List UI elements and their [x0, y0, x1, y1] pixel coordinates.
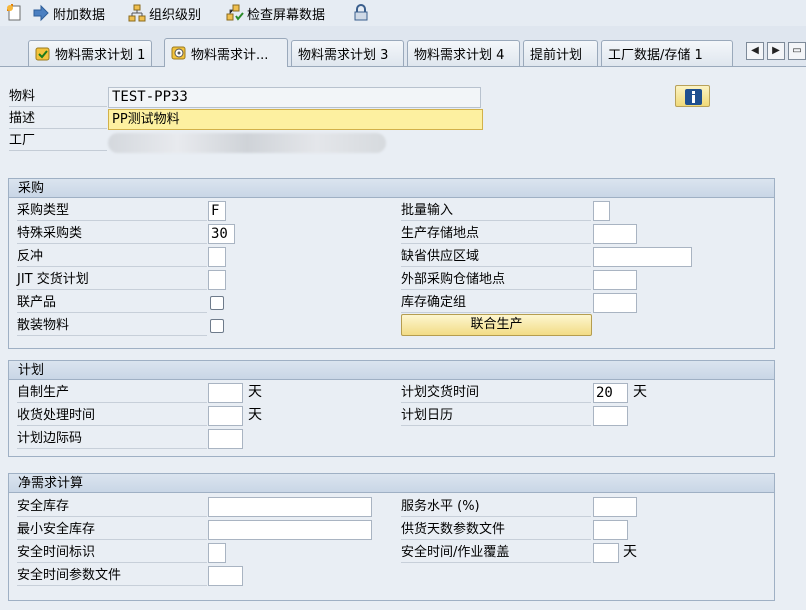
info-button[interactable]: [675, 85, 710, 107]
check-icon: [35, 46, 51, 62]
create-button[interactable]: [2, 2, 31, 24]
service-level-input[interactable]: [593, 497, 637, 517]
backflush-input[interactable]: [208, 247, 226, 267]
jit-schedule-label: JIT 交货计划: [17, 270, 207, 290]
safety-time-ind-label: 安全时间标识: [17, 543, 207, 563]
bulk-material-label: 散装物料: [17, 316, 207, 336]
tab-list-button[interactable]: ▭: [788, 42, 806, 60]
inhouse-production-unit: 天: [248, 384, 262, 400]
default-supply-area-input[interactable]: [593, 247, 692, 267]
planning-title: 计划: [9, 361, 774, 380]
procurement-title: 采购: [9, 179, 774, 198]
tab-plant-storage1-label: 工厂数据/存储 1: [608, 48, 703, 63]
procurement-type-input[interactable]: F: [208, 201, 226, 221]
coverage-profile-label: 供货天数参数文件: [401, 520, 591, 540]
tab-mrp3-label: 物料需求计划 3: [298, 48, 389, 63]
disk-icon: [171, 45, 187, 61]
description-label: 描述: [9, 109, 107, 129]
jit-schedule-input[interactable]: [208, 270, 226, 290]
lock-button[interactable]: [348, 2, 377, 24]
planning-calendar-label: 计划日历: [401, 406, 591, 426]
material-field[interactable]: TEST-PP33: [108, 87, 481, 108]
joint-production-button[interactable]: 联合生产: [401, 314, 592, 336]
gr-processing-time-unit: 天: [248, 407, 262, 423]
check-screen-data-label: 检查屏幕数据: [247, 7, 326, 23]
special-procurement-input[interactable]: 30: [208, 224, 235, 244]
safety-time-coverage-unit: 天: [623, 544, 637, 560]
info-icon: [685, 89, 702, 105]
plant-value-redacted: [108, 133, 386, 153]
tab-plant-storage1[interactable]: 工厂数据/存储 1: [601, 40, 733, 66]
inhouse-production-input[interactable]: [208, 383, 243, 403]
min-safety-stock-input[interactable]: [208, 520, 372, 540]
tab-mrp1[interactable]: 物料需求计划 1: [28, 40, 152, 66]
stock-determination-group-label: 库存确定组: [401, 293, 591, 313]
org-levels-label: 组织级别: [149, 7, 202, 23]
planned-delivery-time-unit: 天: [633, 384, 647, 400]
additional-data-button[interactable]: 附加数据: [28, 2, 109, 24]
safety-time-coverage-label: 安全时间/作业覆盖: [401, 543, 591, 563]
batch-entry-input[interactable]: [593, 201, 610, 221]
inhouse-production-label: 自制生产: [17, 383, 207, 403]
planned-delivery-time-input[interactable]: 20: [593, 383, 628, 403]
tab-mrp2[interactable]: 物料需求计...: [164, 38, 288, 67]
co-product-label: 联产品: [17, 293, 207, 313]
prod-storage-location-label: 生产存储地点: [401, 224, 591, 244]
tab-scroll-left-button[interactable]: ◀: [746, 42, 764, 60]
arrow-right-icon: [32, 4, 50, 22]
check-structure-icon: [226, 4, 244, 22]
procurement-type-label: 采购类型: [17, 201, 207, 221]
backflush-label: 反冲: [17, 247, 207, 267]
additional-data-label: 附加数据: [53, 7, 106, 23]
safety-stock-input[interactable]: [208, 497, 372, 517]
safety-time-profile-input[interactable]: [208, 566, 243, 586]
new-doc-icon: [6, 4, 24, 22]
tab-strip: 物料需求计划 1 物料需求计... 物料需求计划 3 物料需求计划 4 提前计划…: [0, 38, 806, 67]
lock-icon: [352, 4, 370, 22]
org-levels-button[interactable]: 组织级别: [124, 2, 205, 24]
tab-forecast[interactable]: 提前计划: [523, 40, 598, 66]
ext-procurement-sloc-input[interactable]: [593, 270, 637, 290]
tab-mrp1-label: 物料需求计划 1: [55, 48, 146, 63]
check-screen-data-button[interactable]: 检查屏幕数据: [222, 2, 329, 24]
stock-determination-group-input[interactable]: [593, 293, 637, 313]
ext-procurement-sloc-label: 外部采购仓储地点: [401, 270, 591, 290]
bulk-material-checkbox[interactable]: [210, 319, 224, 333]
service-level-label: 服务水平 (%): [401, 497, 591, 517]
safety-stock-label: 安全库存: [17, 497, 207, 517]
gr-processing-time-input[interactable]: [208, 406, 243, 426]
coverage-profile-input[interactable]: [593, 520, 628, 540]
tab-mrp4[interactable]: 物料需求计划 4: [407, 40, 520, 66]
special-procurement-label: 特殊采购类: [17, 224, 207, 244]
tab-scroll-right-button[interactable]: ▶: [767, 42, 785, 60]
batch-entry-label: 批量输入: [401, 201, 591, 221]
planned-delivery-time-label: 计划交货时间: [401, 383, 591, 403]
tab-mrp3[interactable]: 物料需求计划 3: [291, 40, 404, 66]
default-supply-area-label: 缺省供应区域: [401, 247, 591, 267]
material-label: 物料: [9, 87, 107, 107]
tab-forecast-label: 提前计划: [530, 48, 583, 63]
description-field[interactable]: PP测试物料: [108, 109, 483, 130]
safety-time-profile-label: 安全时间参数文件: [17, 566, 207, 586]
tab-mrp2-label: 物料需求计...: [191, 47, 269, 63]
min-safety-stock-label: 最小安全库存: [17, 520, 207, 540]
safety-time-coverage-input[interactable]: [593, 543, 619, 563]
prod-storage-location-input[interactable]: [593, 224, 637, 244]
tab-mrp4-label: 物料需求计划 4: [414, 48, 505, 63]
tab-content: 物料 TEST-PP33 描述 PP测试物料 工厂 采购 采购类型 F 特殊采购…: [0, 66, 806, 610]
application-toolbar: 附加数据 组织级别 检查屏幕数据: [0, 0, 806, 26]
sched-margin-key-input[interactable]: [208, 429, 243, 449]
org-hierarchy-icon: [128, 4, 146, 22]
sched-margin-key-label: 计划边际码: [17, 429, 207, 449]
net-requirements-title: 净需求计算: [9, 474, 774, 493]
planning-calendar-input[interactable]: [593, 406, 628, 426]
safety-time-ind-input[interactable]: [208, 543, 226, 563]
co-product-checkbox[interactable]: [210, 296, 224, 310]
gr-processing-time-label: 收货处理时间: [17, 406, 207, 426]
plant-label: 工厂: [9, 131, 107, 151]
